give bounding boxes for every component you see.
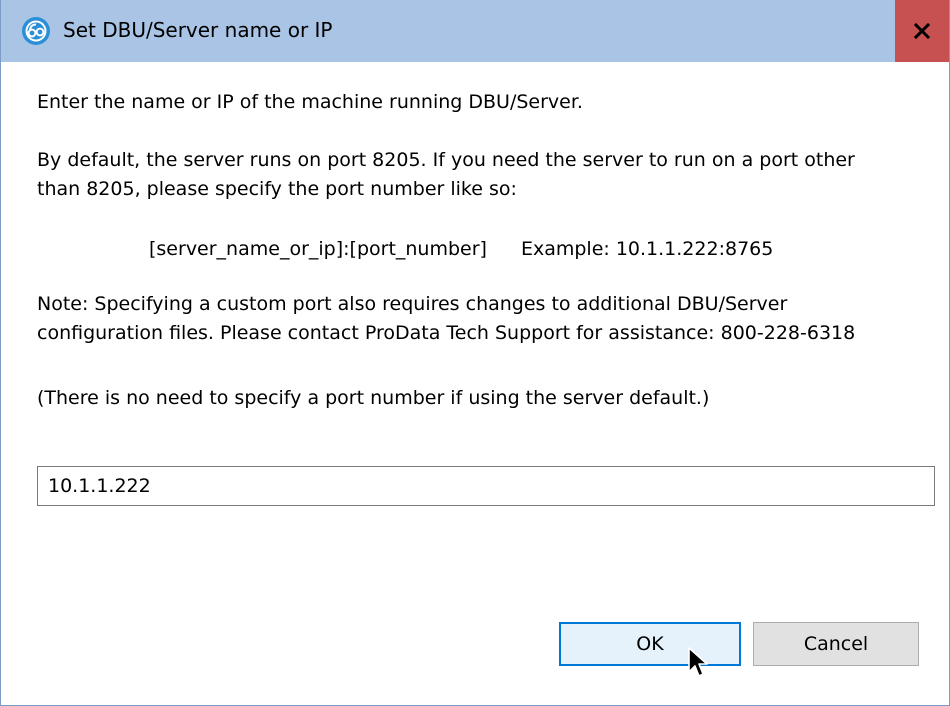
- ok-button[interactable]: OK: [559, 622, 741, 666]
- port-example: Example: 10.1.1.222:8765: [520, 238, 774, 260]
- default-port-text-line2: than 8205, please specify the port numbe…: [37, 178, 517, 200]
- title-bar[interactable]: Set DBU/Server name or IP: [1, 0, 949, 62]
- port-format: [server_name_or_ip]:[port_number]: [149, 238, 487, 260]
- server-input-box: [37, 466, 935, 506]
- note-text-line2: configuration files. Please contact ProD…: [37, 322, 856, 344]
- set-server-dialog: Set DBU/Server name or IP Enter the name…: [0, 0, 950, 706]
- port-format-example: [server_name_or_ip]:[port_number] Example…: [149, 235, 773, 264]
- close-icon: [914, 23, 930, 39]
- note-text-line1: Note: Specifying a custom port also requ…: [37, 293, 788, 315]
- server-name-input[interactable]: [38, 467, 934, 505]
- close-button[interactable]: [895, 0, 949, 62]
- dialog-title: Set DBU/Server name or IP: [63, 18, 333, 42]
- default-hint-text: (There is no need to specify a port numb…: [37, 387, 710, 409]
- prodata-logo-icon: [21, 16, 51, 46]
- default-port-text-line1: By default, the server runs on port 8205…: [37, 149, 855, 171]
- intro-text: Enter the name or IP of the machine runn…: [37, 91, 583, 113]
- cancel-button[interactable]: Cancel: [753, 622, 919, 666]
